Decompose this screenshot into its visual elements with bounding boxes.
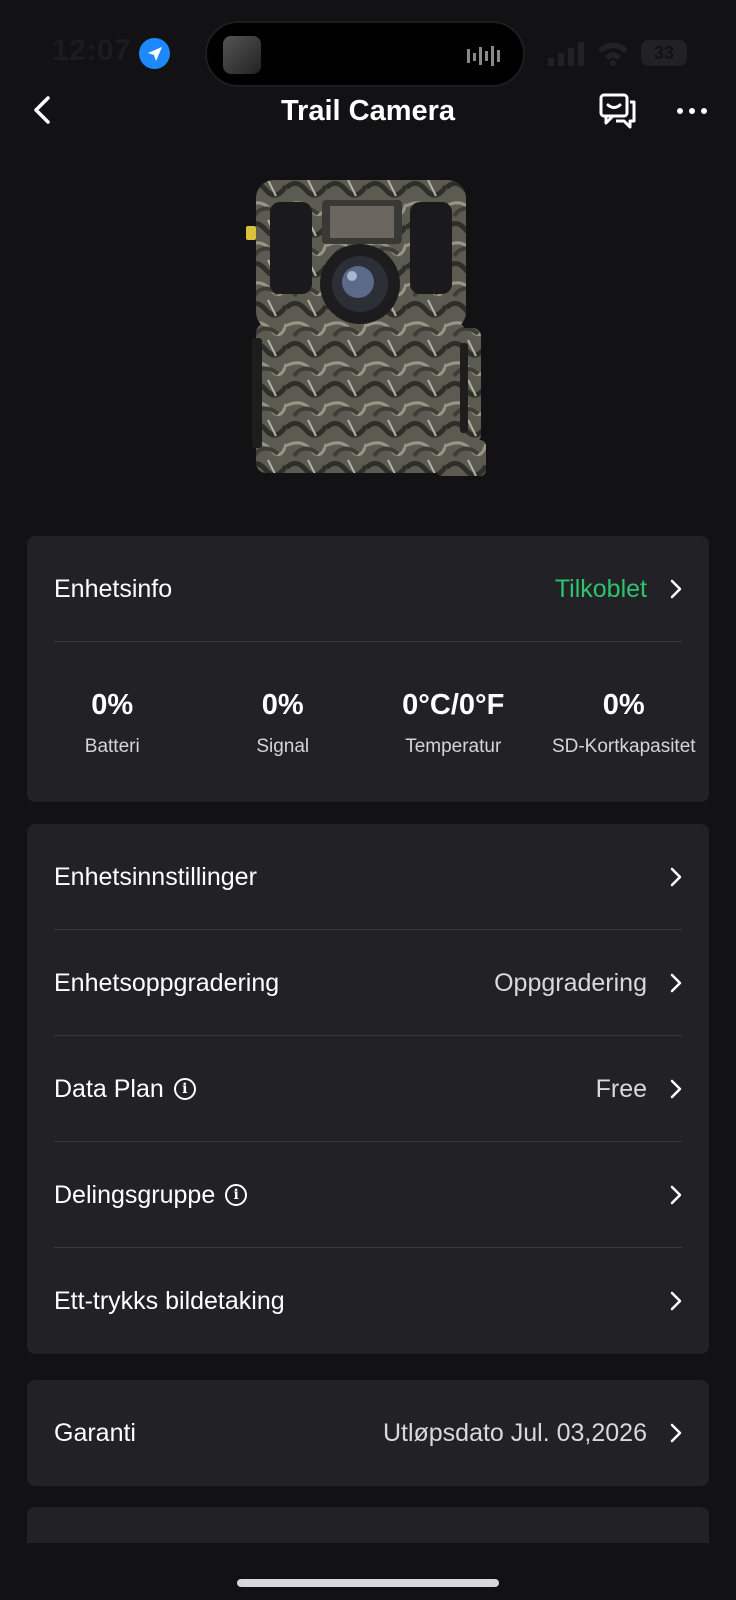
chevron-right-icon <box>670 1185 682 1205</box>
device-stats: 0% Batteri 0% Signal 0°C/0°F Temperatur … <box>27 642 709 802</box>
warranty-row[interactable]: Garanti Utløpsdato Jul. 03,2026 <box>27 1380 709 1486</box>
home-indicator[interactable] <box>237 1579 499 1587</box>
stat-label: Temperatur <box>405 736 502 757</box>
stat-sd-capacity: 0% SD-Kortkapasitet <box>539 642 710 802</box>
trail-camera-image <box>246 180 486 476</box>
row-label: Delingsgruppe <box>54 1180 216 1209</box>
dynamic-island[interactable] <box>205 21 525 87</box>
row-label-wrap: Delingsgruppe i <box>54 1181 669 1210</box>
device-settings-row[interactable]: Enhetsinnstillinger <box>27 824 709 930</box>
info-icon[interactable]: i <box>173 1078 196 1100</box>
warranty-card: Garanti Utløpsdato Jul. 03,2026 <box>27 1380 709 1486</box>
stat-value: 0°C/0°F <box>402 689 505 721</box>
row-label: Garanti <box>54 1418 136 1447</box>
status-bar: 12:07 33 <box>0 0 736 100</box>
stat-temperature: 0°C/0°F Temperatur <box>368 642 539 802</box>
row-value: Free <box>595 1074 647 1103</box>
next-card-partial <box>27 1507 709 1543</box>
chevron-right-icon <box>670 1079 682 1099</box>
status-time: 12:07 <box>52 34 132 67</box>
chat-bubbles-icon <box>599 93 636 129</box>
more-options-button[interactable] <box>672 92 712 135</box>
battery-icon: 33 <box>641 40 687 66</box>
device-info-row[interactable]: Enhetsinfo Tilkoblet <box>27 536 709 642</box>
chevron-right-icon <box>670 579 682 599</box>
divider <box>54 641 682 642</box>
row-label: Ett-trykks bildetaking <box>54 1286 285 1315</box>
chevron-right-icon <box>670 973 682 993</box>
messages-button[interactable] <box>598 92 638 135</box>
stat-value: 0% <box>261 689 304 721</box>
audio-wave-icon <box>467 46 500 66</box>
wifi-icon <box>598 42 628 66</box>
row-value: Oppgradering <box>494 968 647 997</box>
chevron-right-icon <box>670 1291 682 1311</box>
device-upgrade-row[interactable]: Enhetsoppgradering Oppgradering <box>27 930 709 1036</box>
chevron-right-icon <box>670 1423 682 1443</box>
connection-status: Tilkoblet <box>554 574 647 603</box>
warranty-expiry: Utløpsdato Jul. 03,2026 <box>382 1418 647 1447</box>
row-label-wrap: Data Plan i <box>54 1075 596 1104</box>
row-label: Enhetsoppgradering <box>54 968 280 997</box>
row-label: Enhetsinnstillinger <box>54 862 257 891</box>
stat-label: Signal <box>256 736 310 757</box>
stat-label: SD-Kortkapasitet <box>551 736 696 757</box>
one-tap-capture-row[interactable]: Ett-trykks bildetaking <box>27 1248 709 1354</box>
stat-label: Batteri <box>84 736 140 757</box>
data-plan-row[interactable]: Data Plan i Free <box>27 1036 709 1142</box>
cellular-signal-icon <box>548 42 584 66</box>
sharing-group-row[interactable]: Delingsgruppe i <box>27 1142 709 1248</box>
info-icon[interactable]: i <box>225 1184 248 1206</box>
more-dots-icon <box>677 108 707 114</box>
stat-signal: 0% Signal <box>198 642 369 802</box>
now-playing-thumbnail <box>223 36 261 74</box>
chevron-right-icon <box>670 867 682 887</box>
stat-value: 0% <box>91 689 134 721</box>
settings-card: Enhetsinnstillinger Enhetsoppgradering O… <box>27 824 709 1354</box>
device-info-card: Enhetsinfo Tilkoblet 0% Batteri 0% Signa… <box>27 536 709 802</box>
row-label: Data Plan <box>54 1074 164 1103</box>
location-arrow-icon <box>139 38 170 69</box>
stat-value: 0% <box>602 689 645 721</box>
device-info-label: Enhetsinfo <box>54 574 173 603</box>
stat-battery: 0% Batteri <box>27 642 198 802</box>
